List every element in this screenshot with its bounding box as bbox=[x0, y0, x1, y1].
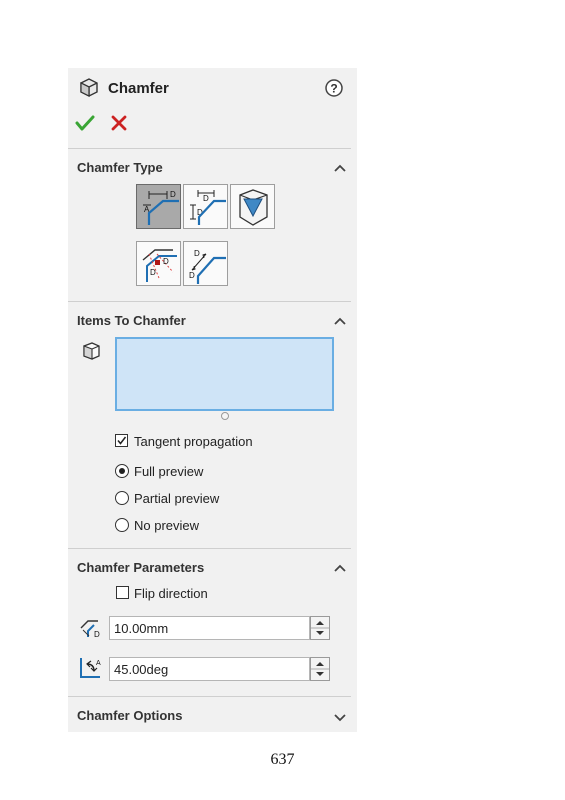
chamfer-type-angle-distance-button[interactable]: D A bbox=[136, 184, 181, 229]
tangent-propagation-label: Tangent propagation bbox=[134, 434, 253, 449]
page-number: 637 bbox=[270, 751, 295, 768]
section-title-chamfer-parameters: Chamfer Parameters bbox=[77, 560, 205, 575]
full-preview-radio[interactable] bbox=[115, 464, 129, 478]
chevron-up-icon[interactable] bbox=[333, 313, 347, 331]
partial-preview-label: Partial preview bbox=[134, 491, 220, 506]
full-preview-label: Full preview bbox=[134, 464, 204, 479]
vertex-chamfer-icon bbox=[239, 189, 268, 226]
svg-text:D: D bbox=[170, 190, 176, 199]
angle-input[interactable]: 45.00deg bbox=[109, 657, 310, 681]
divider bbox=[68, 548, 351, 549]
spin-down-icon bbox=[316, 672, 324, 676]
offset-face-icon: D D bbox=[142, 249, 177, 282]
angle-icon: A bbox=[78, 656, 104, 685]
distance-spinner[interactable] bbox=[310, 616, 330, 640]
chamfer-type-distance-distance-button[interactable]: D D bbox=[183, 184, 228, 229]
flip-direction-checkbox[interactable] bbox=[116, 586, 129, 599]
svg-text:A: A bbox=[96, 660, 101, 667]
chevron-up-icon[interactable] bbox=[333, 160, 347, 178]
chevron-down-icon[interactable] bbox=[333, 710, 347, 728]
flip-direction-label: Flip direction bbox=[134, 586, 208, 601]
chamfer-type-offset-face-button[interactable]: D D bbox=[136, 241, 181, 286]
chamfer-type-face-face-button[interactable]: D D bbox=[183, 241, 228, 286]
angle-distance-icon: D A bbox=[143, 190, 179, 225]
chevron-up-icon[interactable] bbox=[333, 560, 347, 578]
no-preview-radio[interactable] bbox=[115, 518, 129, 532]
panel-title: Chamfer bbox=[108, 80, 169, 97]
edge-face-selection-icon bbox=[80, 340, 102, 367]
tangent-propagation-checkbox[interactable] bbox=[115, 434, 128, 447]
svg-text:D: D bbox=[203, 194, 209, 203]
property-manager-panel: Chamfer ? Chamfer Type D A D D D D D D I… bbox=[68, 68, 357, 732]
section-title-items-to-chamfer: Items To Chamfer bbox=[77, 313, 186, 328]
svg-text:D: D bbox=[189, 271, 195, 280]
distance-input[interactable]: 10.00mm bbox=[109, 616, 310, 640]
svg-text:D: D bbox=[150, 268, 156, 277]
chamfer-type-vertex-button[interactable] bbox=[230, 184, 275, 229]
spin-down-icon bbox=[316, 631, 324, 635]
help-icon[interactable]: ? bbox=[324, 78, 344, 103]
divider bbox=[68, 696, 351, 697]
resize-handle[interactable] bbox=[221, 412, 229, 420]
spin-up-icon bbox=[316, 621, 324, 625]
partial-preview-radio[interactable] bbox=[115, 491, 129, 505]
items-selection-box[interactable] bbox=[115, 337, 334, 411]
divider bbox=[68, 301, 351, 302]
checkmark-icon bbox=[117, 436, 127, 445]
svg-text:D: D bbox=[163, 257, 169, 266]
distance-distance-icon: D D bbox=[190, 190, 226, 225]
svg-text:D: D bbox=[194, 249, 200, 258]
no-preview-label: No preview bbox=[134, 518, 200, 533]
svg-text:D: D bbox=[94, 630, 100, 639]
distance-icon: D bbox=[78, 617, 104, 644]
face-face-icon: D D bbox=[189, 249, 226, 284]
section-title-chamfer-type: Chamfer Type bbox=[77, 160, 163, 175]
section-title-chamfer-options: Chamfer Options bbox=[77, 708, 183, 723]
svg-text:?: ? bbox=[330, 82, 337, 96]
chamfer-feature-icon bbox=[78, 76, 100, 103]
ok-check-icon[interactable] bbox=[75, 114, 95, 137]
divider bbox=[68, 148, 351, 149]
angle-spinner[interactable] bbox=[310, 657, 330, 681]
cancel-x-icon[interactable] bbox=[111, 115, 127, 136]
spin-up-icon bbox=[316, 662, 324, 666]
